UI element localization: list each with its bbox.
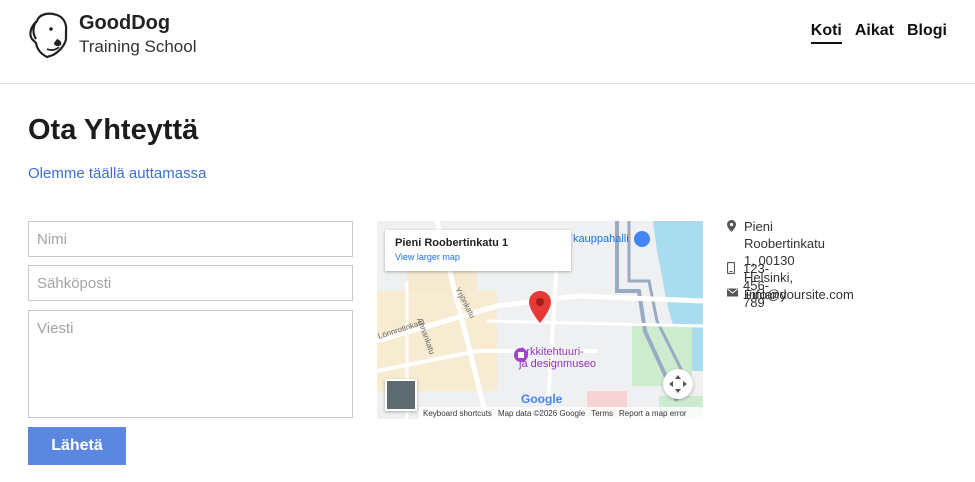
page-subtitle: Olemme täällä auttamassa [28,165,207,182]
phone-icon [727,262,735,274]
satellite-toggle[interactable] [385,379,417,411]
keyboard-shortcuts-link[interactable]: Keyboard shortcuts [423,409,492,418]
main-nav: Koti Aikat Blogi [810,22,947,44]
recenter-icon[interactable] [663,369,693,399]
brand-name[interactable]: GoodDog [79,12,170,35]
nav-item-aikat[interactable]: Aikat [855,22,894,44]
location-marker-icon[interactable] [529,291,551,323]
message-textarea[interactable] [28,310,353,418]
report-error-link[interactable]: Report a map error [619,409,687,418]
page-title: Ota Yhteyttä [28,114,199,146]
museum-icon[interactable] [514,348,528,362]
brand-subtitle[interactable]: Training School [79,37,197,57]
embedded-map[interactable]: Yrjönkatu Annankatu Lönnrotinkatu kauppa… [377,221,703,419]
view-larger-map-link[interactable]: View larger map [395,252,561,262]
nav-item-koti[interactable]: Koti [810,22,842,44]
mail-icon [727,288,738,297]
name-input[interactable] [28,221,353,257]
map-place-title: Pieni Roobertinkatu 1 [395,237,509,249]
contact-email: info@yoursite.com [727,286,854,303]
dog-head-icon[interactable] [27,9,69,59]
email-input[interactable] [28,265,353,301]
poi-museum[interactable]: Arkkitehtuuri- ja designmuseo [519,346,596,370]
submit-button[interactable]: Lähetä [28,427,126,465]
nav-item-blogi[interactable]: Blogi [907,22,947,44]
map-info-card: Pieni Roobertinkatu 1 View larger map [385,230,571,271]
google-text: Google [521,392,563,406]
map-data-text: Map data ©2026 Google [497,408,586,418]
poi-museum-line2: ja designmuseo [519,358,597,370]
poi-museum-line1: Arkkitehtuuri- [519,346,584,358]
location-pin-icon [727,220,736,232]
terms-link[interactable]: Terms [591,409,613,418]
map-attribution: Keyboard shortcuts Map data ©2026 Google… [419,407,703,419]
site-header: GoodDog Training School Koti Aikat Blogi [0,0,975,84]
email-address[interactable]: info@yoursite.com [746,286,854,303]
google-logo: Google [521,392,562,406]
poi-kauppahalli[interactable]: kauppahalli [573,233,629,245]
